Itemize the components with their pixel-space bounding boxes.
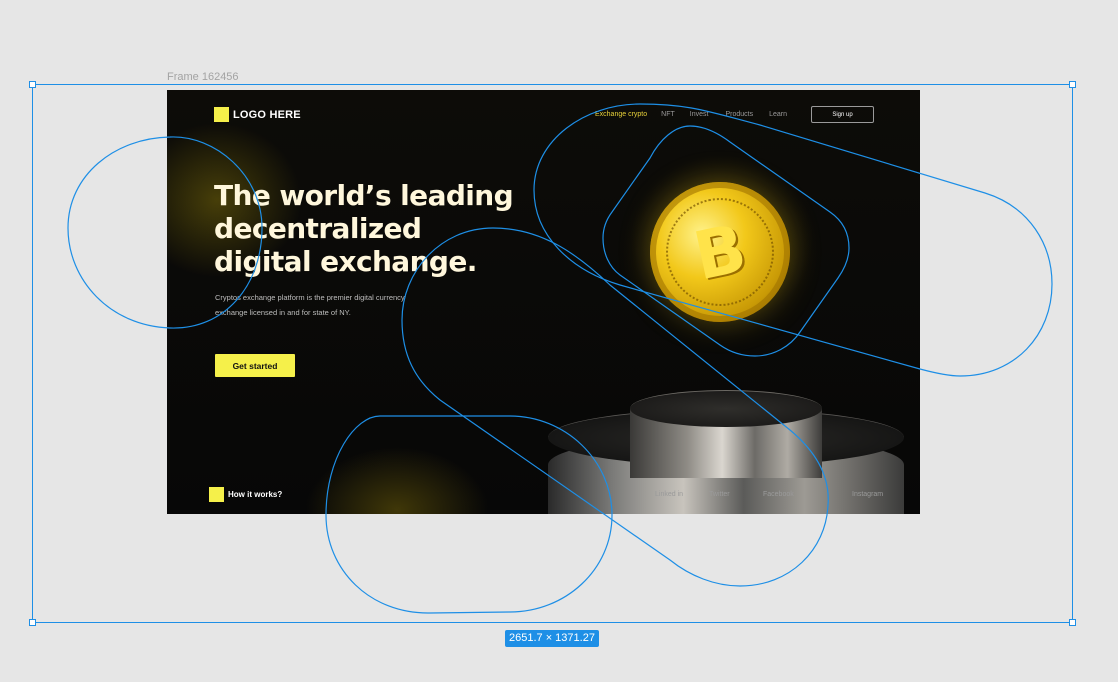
signup-button[interactable]: Sign up: [811, 106, 874, 123]
nav-item-exchange-crypto[interactable]: Exchange crypto: [595, 111, 647, 118]
social-link-facebook[interactable]: Facebook: [763, 491, 794, 498]
how-it-works-link[interactable]: How it works?: [209, 487, 282, 502]
bitcoin-coin-icon: B: [636, 168, 804, 336]
hero-title: The world’s leading decentralized digita…: [214, 179, 514, 278]
hero-subtitle-line: exchange licensed in and for state of NY…: [215, 308, 351, 317]
get-started-button[interactable]: Get started: [215, 354, 295, 377]
resize-handle-top-right[interactable]: [1069, 81, 1076, 88]
landing-page-canvas[interactable]: LOGO HERE Exchange crypto NFT Invest Pro…: [167, 90, 920, 514]
hero-subtitle-line: Cryptos exchange platform is the premier…: [215, 293, 405, 302]
bitcoin-symbol: B: [687, 209, 753, 295]
hero-title-line: decentralized: [214, 212, 422, 245]
social-link-instagram[interactable]: Instagram: [852, 491, 883, 498]
coin-rim: B: [655, 187, 785, 317]
how-it-works-label: How it works?: [228, 490, 283, 499]
dimensions-badge: 2651.7 × 1371.27: [505, 630, 599, 647]
nav-item-products[interactable]: Products: [725, 111, 753, 118]
top-nav: Exchange crypto NFT Invest Products Lear…: [595, 111, 787, 118]
pedestal-top-cap: [630, 390, 822, 427]
hero-subtitle: Cryptos exchange platform is the premier…: [215, 290, 430, 320]
hero-title-line: The world’s leading: [214, 179, 514, 212]
nav-item-invest[interactable]: Invest: [690, 111, 709, 118]
logo[interactable]: LOGO HERE: [214, 107, 301, 122]
frame-label[interactable]: Frame 162456: [167, 71, 239, 83]
nav-item-nft[interactable]: NFT: [661, 111, 675, 118]
logo-square-icon: [214, 107, 229, 122]
nav-item-learn[interactable]: Learn: [769, 111, 787, 118]
social-link-twitter[interactable]: Twitter: [709, 491, 730, 498]
how-square-icon: [209, 487, 224, 502]
social-link-linkedin[interactable]: Linked in: [655, 491, 683, 498]
hero-title-line: digital exchange.: [214, 245, 477, 278]
resize-handle-top-left[interactable]: [29, 81, 36, 88]
logo-text: LOGO HERE: [233, 108, 301, 121]
resize-handle-bottom-right[interactable]: [1069, 619, 1076, 626]
resize-handle-bottom-left[interactable]: [29, 619, 36, 626]
